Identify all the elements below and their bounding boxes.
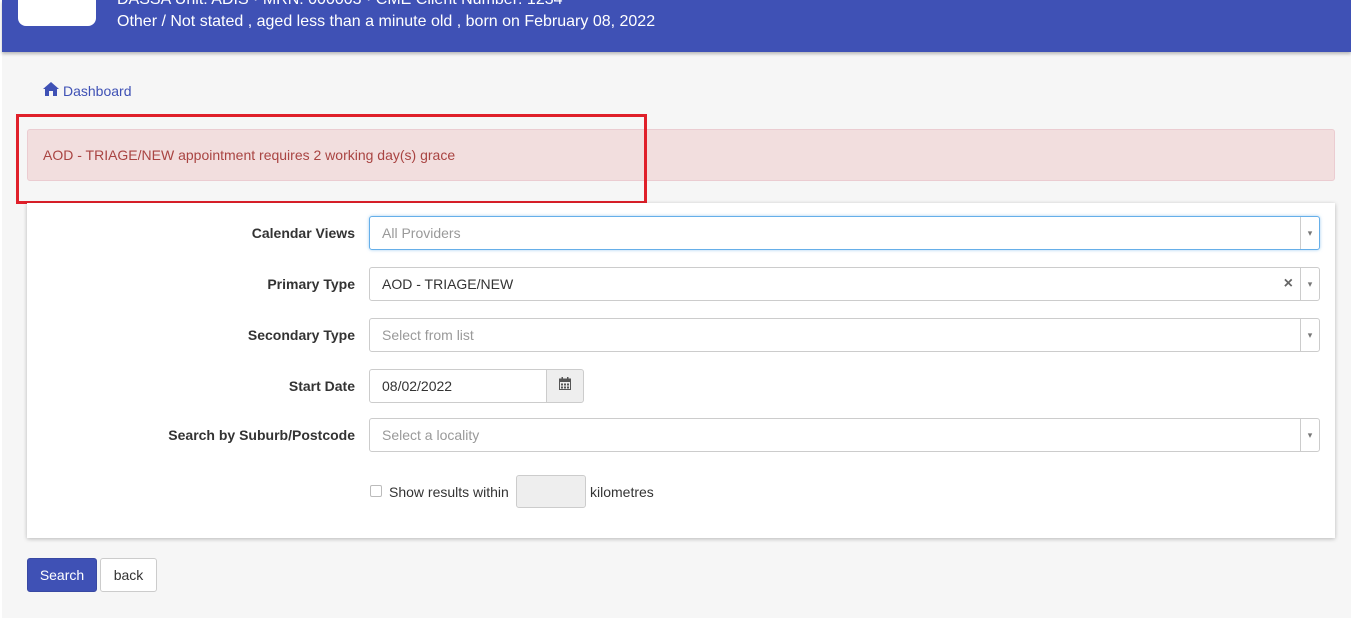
alert-message: AOD - TRIAGE/NEW appointment requires 2 …	[43, 147, 456, 163]
chevron-down-icon[interactable]: ▾	[1300, 419, 1319, 451]
chevron-down-icon[interactable]: ▾	[1300, 217, 1319, 249]
patient-header: DASSA Unit: ADIS · MRN: 000003 · CME Cli…	[2, 0, 1351, 52]
chevron-down-icon[interactable]: ▾	[1300, 319, 1319, 351]
suburb-placeholder: Select a locality	[382, 427, 480, 443]
within-distance-label: Show results within	[389, 484, 509, 500]
secondary-type-placeholder: Select from list	[382, 327, 474, 343]
calendar-picker-button[interactable]	[546, 369, 584, 403]
start-date-value: 08/02/2022	[382, 378, 453, 394]
grace-period-alert: AOD - TRIAGE/NEW appointment requires 2 …	[27, 129, 1335, 181]
primary-type-select[interactable]: AOD - TRIAGE/NEW × ▾	[369, 267, 1320, 301]
patient-identifiers: DASSA Unit: ADIS · MRN: 000003 · CME Cli…	[117, 0, 563, 9]
home-icon	[43, 82, 59, 99]
breadcrumb-dashboard[interactable]: Dashboard	[43, 82, 132, 99]
search-button[interactable]: Search	[27, 558, 97, 592]
calendar-icon	[559, 377, 571, 395]
clear-icon[interactable]: ×	[1284, 275, 1293, 293]
kilometres-label: kilometres	[590, 484, 654, 500]
chevron-down-icon[interactable]: ▾	[1300, 268, 1319, 300]
secondary-type-label: Secondary Type	[247, 327, 355, 343]
calendar-views-placeholder: All Providers	[382, 225, 461, 241]
back-button[interactable]: back	[100, 558, 157, 592]
calendar-views-label: Calendar Views	[251, 225, 355, 241]
suburb-select[interactable]: Select a locality ▾	[369, 418, 1320, 452]
within-distance-checkbox[interactable]	[370, 485, 382, 497]
primary-type-value: AOD - TRIAGE/NEW	[382, 276, 514, 292]
patient-demographics: Other / Not stated , aged less than a mi…	[117, 13, 656, 30]
start-date-label: Start Date	[288, 378, 355, 394]
search-form-panel	[27, 203, 1335, 538]
primary-type-label: Primary Type	[267, 276, 355, 292]
suburb-label: Search by Suburb/Postcode	[168, 427, 355, 443]
distance-km-input[interactable]	[516, 475, 586, 508]
calendar-views-select[interactable]: All Providers ▾	[369, 216, 1320, 250]
secondary-type-select[interactable]: Select from list ▾	[369, 318, 1320, 352]
avatar	[18, 0, 96, 26]
start-date-input[interactable]: 08/02/2022	[369, 369, 547, 403]
breadcrumb-label: Dashboard	[63, 82, 132, 99]
